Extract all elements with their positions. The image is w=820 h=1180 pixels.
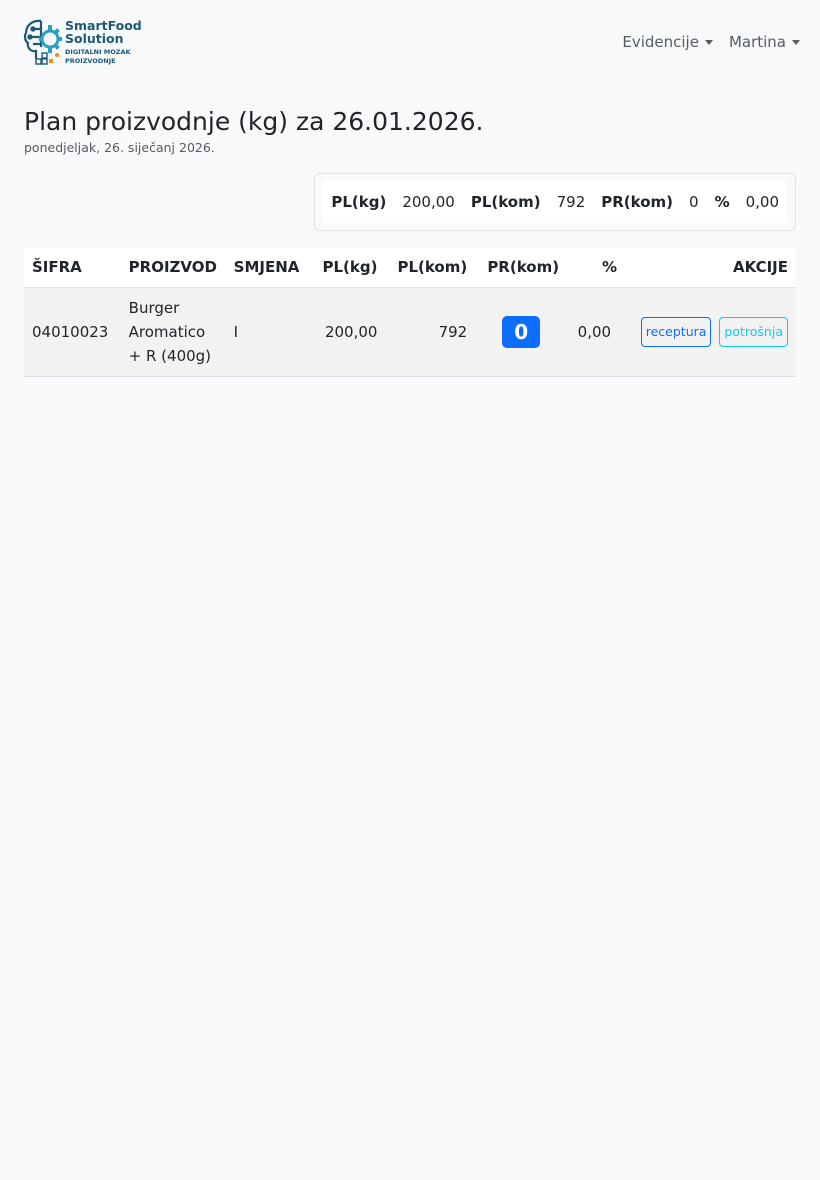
table-row: 04010023 Burger Aromatico + R (400g) I 2…: [24, 287, 796, 377]
main-content: Plan proizvodnje (kg) za 26.01.2026. pon…: [0, 107, 820, 377]
brand-tagline-line2: PROIZVODNJE: [65, 57, 116, 65]
caret-down-icon: [704, 39, 713, 45]
potrosnja-button[interactable]: potrošnja: [719, 316, 788, 347]
user-dropdown[interactable]: Martina: [729, 33, 800, 51]
nav-menu: Evidencije Martina: [622, 33, 800, 51]
cell-akcije: receptura potrošnja: [625, 287, 796, 377]
cell-pct: 0,00: [567, 287, 626, 377]
user-name: Martina: [728, 33, 786, 51]
col-pct: %: [567, 247, 626, 288]
summary-pl-kom-label: PL(kom): [470, 193, 541, 211]
pr-kom-badge[interactable]: 0: [502, 315, 541, 348]
receptura-button[interactable]: receptura: [640, 316, 712, 347]
production-plan-table: ŠIFRA PROIZVOD SMJENA PL(kg) PL(kom) PR(…: [24, 247, 796, 377]
col-proizvod: PROIZVOD: [120, 247, 226, 288]
cell-pl-kg: 200,00: [311, 287, 386, 377]
col-pl-kg: PL(kg): [311, 247, 386, 288]
cell-pl-kom: 792: [385, 287, 476, 377]
summary-pl-kg-label: PL(kg): [331, 193, 387, 211]
summary-card: PL(kg) 200,00 PL(kom) 792 PR(kom) 0 % 0,…: [314, 173, 796, 231]
summary-pct-label: %: [714, 193, 730, 211]
navbar: SmartFood Solution DIGITALNI MOZAK PROIZ…: [0, 0, 820, 84]
evidencije-label: Evidencije: [622, 33, 699, 51]
summary-pct-value: 0,00: [745, 193, 779, 211]
col-sifra: ŠIFRA: [24, 247, 121, 288]
cell-proizvod: Burger Aromatico + R (400g): [120, 287, 226, 377]
cell-pr-kom: 0: [475, 287, 568, 377]
cell-sifra: 04010023: [24, 287, 121, 377]
summary-pr-kom-value: 0: [689, 193, 699, 211]
col-pr-kom: PR(kom): [475, 247, 568, 288]
col-pl-kom: PL(kom): [385, 247, 476, 288]
caret-down-icon: [792, 39, 800, 45]
brand-logo[interactable]: SmartFood Solution DIGITALNI MOZAK PROIZ…: [22, 17, 142, 67]
table-header-row: ŠIFRA PROIZVOD SMJENA PL(kg) PL(kom) PR(…: [24, 247, 796, 288]
page-title: Plan proizvodnje (kg) za 26.01.2026.: [24, 107, 484, 136]
col-smjena: SMJENA: [225, 247, 312, 288]
col-akcije: AKCIJE: [625, 247, 796, 288]
brand-name-line2: Solution: [65, 31, 124, 46]
brand-tagline-line1: DIGITALNI MOZAK: [65, 48, 131, 56]
evidencije-dropdown[interactable]: Evidencije: [622, 33, 713, 51]
summary-pl-kom-value: 792: [556, 193, 586, 211]
cell-smjena: I: [225, 287, 312, 377]
brain-gear-icon: [23, 19, 62, 65]
page-date: ponedjeljak, 26. siječanj 2026.: [24, 140, 215, 155]
summary-pr-kom-label: PR(kom): [601, 193, 674, 211]
summary-pl-kg-value: 200,00: [402, 193, 455, 211]
